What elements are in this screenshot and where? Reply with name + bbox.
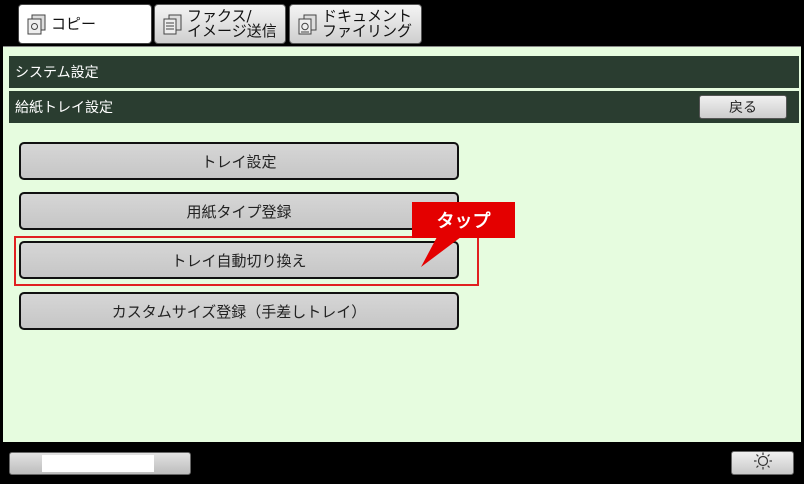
tap-callout: タップ — [412, 202, 515, 238]
fax-icon — [163, 13, 183, 35]
custom-size-registration-button[interactable]: カスタムサイズ登録（手差しトレイ） — [19, 292, 459, 330]
brightness-button[interactable] — [731, 451, 794, 475]
tab-fax-image-send[interactable]: ファクス/ イメージ送信 — [154, 4, 286, 44]
tab-document-filing[interactable]: ドキュメント ファイリング — [289, 4, 422, 44]
highlight-box — [14, 236, 479, 286]
brightness-icon — [752, 452, 774, 474]
tap-callout-label: タップ — [436, 211, 491, 232]
paper-type-registration-button[interactable]: 用紙タイプ登録 — [19, 192, 459, 230]
tab-document-label: ドキュメント ファイリング — [322, 7, 413, 40]
tray-settings-label: トレイ設定 — [201, 152, 277, 171]
main-panel: システム設定 給紙トレイ設定 戻る トレイ設定 用紙タイプ登録 トレイ自動切り換… — [3, 46, 801, 442]
bottom-left-display — [42, 455, 154, 472]
tab-copy[interactable]: コピー — [18, 4, 152, 44]
breadcrumb-level2: 給紙トレイ設定 戻る — [9, 91, 799, 123]
page-title: 給紙トレイ設定 — [15, 100, 113, 116]
back-button-label: 戻る — [729, 100, 757, 116]
bottom-left-button[interactable] — [9, 452, 191, 475]
document-filing-icon — [298, 13, 318, 35]
custom-size-registration-label: カスタムサイズ登録（手差しトレイ） — [111, 302, 367, 321]
tab-copy-label: コピー — [51, 14, 97, 33]
breadcrumb-level1-label: システム設定 — [15, 65, 99, 81]
tab-fax-label: ファクス/ イメージ送信 — [187, 7, 277, 40]
copy-icon — [27, 13, 47, 35]
callout-pointer — [421, 237, 461, 267]
paper-type-registration-label: 用紙タイプ登録 — [186, 202, 292, 221]
back-button[interactable]: 戻る — [699, 95, 787, 119]
breadcrumb-level1: システム設定 — [9, 56, 799, 88]
tray-settings-button[interactable]: トレイ設定 — [19, 142, 459, 180]
